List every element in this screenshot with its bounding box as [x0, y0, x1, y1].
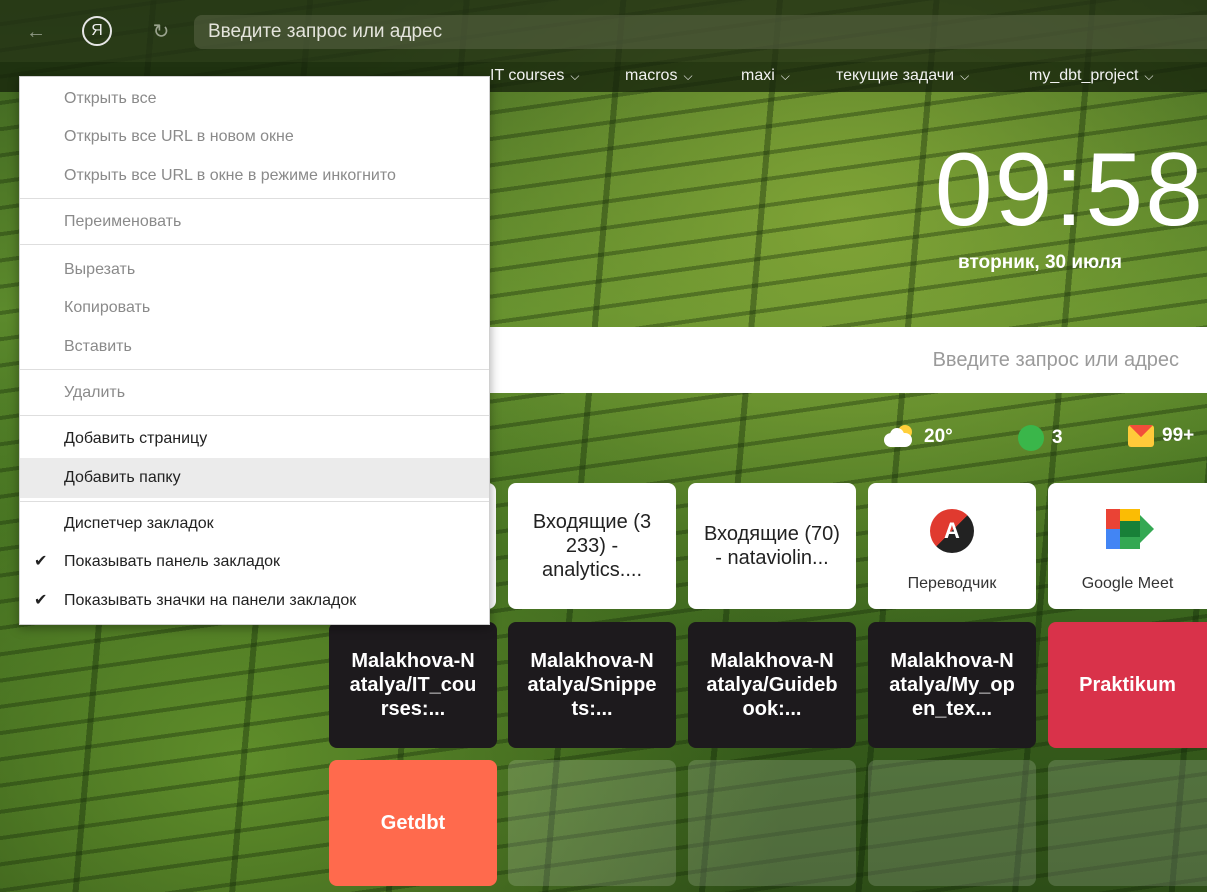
- tile-label: Praktikum: [1079, 674, 1176, 696]
- mail-count: 99+: [1162, 425, 1195, 447]
- checkmark-icon: ✔: [34, 553, 48, 570]
- menu-separator: [20, 369, 489, 370]
- tile-github-snippets[interactable]: Malakhova-Natalya/Snippets:...: [508, 622, 676, 748]
- tile-translator[interactable]: A Переводчик: [868, 483, 1036, 609]
- weather-widget[interactable]: 20°: [884, 425, 953, 449]
- tile-empty-slot[interactable]: [508, 760, 676, 886]
- chevron-down-icon: ⌵: [683, 69, 693, 83]
- menu-item-add-folder[interactable]: Добавить папку: [20, 458, 489, 498]
- mail-icon: [1128, 425, 1154, 447]
- yandex-logo-icon[interactable]: Я: [82, 16, 112, 46]
- tile-github-my-open-tex[interactable]: Malakhova-Natalya/My_open_tex...: [868, 622, 1036, 748]
- menu-item-delete[interactable]: Удалить: [20, 375, 489, 411]
- translator-icon: A: [930, 509, 974, 553]
- menu-separator: [20, 244, 489, 245]
- menu-item-bookmark-manager[interactable]: Диспетчер закладок: [20, 506, 489, 542]
- clock-date: вторник, 30 июля: [958, 252, 1122, 273]
- mail-widget[interactable]: 99+: [1128, 425, 1194, 447]
- google-meet-icon: [1105, 509, 1154, 553]
- reload-icon[interactable]: ↻: [147, 18, 175, 46]
- bookmark-folder-my-dbt-project[interactable]: my_dbt_project ⌵: [1029, 67, 1154, 85]
- tile-praktikum[interactable]: Praktikum: [1048, 622, 1207, 748]
- back-arrow-icon[interactable]: ←: [22, 18, 50, 46]
- chevron-down-icon: ⌵: [780, 69, 790, 83]
- tile-inbox-analytics[interactable]: Входящие (3 233) - analytics....: [508, 483, 676, 609]
- bookmark-label: macros: [625, 67, 678, 84]
- tile-empty-slot[interactable]: [868, 760, 1036, 886]
- tile-empty-slot[interactable]: [1048, 760, 1207, 886]
- messenger-widget[interactable]: 3: [1018, 425, 1063, 451]
- menu-item-copy[interactable]: Копировать: [20, 290, 489, 326]
- menu-item-add-page[interactable]: Добавить страницу: [20, 421, 489, 457]
- messenger-count: 3: [1052, 427, 1063, 449]
- menu-separator: [20, 415, 489, 416]
- bookmark-folder-maxi[interactable]: maxi ⌵: [741, 67, 790, 85]
- tile-label: Malakhova-Natalya/Snippets:...: [527, 650, 657, 720]
- menu-item-show-bookmark-icons[interactable]: ✔ Показывать значки на панели закладок: [20, 583, 489, 619]
- menu-separator: [20, 501, 489, 502]
- menu-item-label: Показывать значки на панели закладок: [64, 592, 357, 609]
- tile-label: Переводчик: [907, 575, 997, 592]
- menu-item-label: Показывать панель закладок: [64, 553, 281, 570]
- tile-label: Входящие (3 233) - analytics....: [532, 511, 652, 581]
- menu-item-paste[interactable]: Вставить: [20, 329, 489, 365]
- bookmark-label: maxi: [741, 67, 775, 84]
- menu-item-open-all[interactable]: Открыть все: [20, 81, 489, 117]
- chevron-down-icon: ⌵: [570, 69, 580, 83]
- bookmark-label: my_dbt_project: [1029, 67, 1139, 84]
- browser-toolbar: ← Я ↻ Введите запрос или адрес: [0, 0, 1207, 62]
- bookmark-folder-it-courses[interactable]: IT courses ⌵: [490, 67, 580, 85]
- clock-time: 09:58: [934, 132, 1205, 248]
- tile-github-guidebook[interactable]: Malakhova-Natalya/Guidebook:...: [688, 622, 856, 748]
- menu-item-show-bookmarks-bar[interactable]: ✔ Показывать панель закладок: [20, 544, 489, 580]
- chevron-down-icon: ⌵: [1144, 69, 1154, 83]
- messenger-icon: [1018, 425, 1044, 451]
- bookmark-folder-macros[interactable]: macros ⌵: [625, 67, 693, 85]
- menu-item-cut[interactable]: Вырезать: [20, 252, 489, 288]
- tile-label: Getdbt: [380, 812, 446, 834]
- tile-inbox-nataviolin[interactable]: Входящие (70) - nataviolin...: [688, 483, 856, 609]
- tile-label: Google Meet: [1081, 575, 1174, 592]
- bookmark-label: IT courses: [490, 67, 565, 84]
- bookmark-context-menu: Открыть все Открыть все URL в новом окне…: [19, 76, 490, 625]
- menu-item-open-all-new-window[interactable]: Открыть все URL в новом окне: [20, 119, 489, 155]
- tile-label: Входящие (70) - nataviolin...: [704, 523, 840, 569]
- tile-label: Malakhova-Natalya/Guidebook:...: [706, 650, 838, 720]
- menu-item-open-all-incognito[interactable]: Открыть все URL в окне в режиме инкогнит…: [20, 158, 489, 194]
- bookmark-folder-current-tasks[interactable]: текущие задачи ⌵: [836, 67, 969, 85]
- menu-item-rename[interactable]: Переименовать: [20, 204, 489, 240]
- tile-empty-slot[interactable]: [688, 760, 856, 886]
- menu-separator: [20, 198, 489, 199]
- chevron-down-icon: ⌵: [960, 69, 970, 83]
- weather-cloud-sun-icon: [884, 425, 918, 449]
- tile-getdbt[interactable]: Getdbt: [329, 760, 497, 886]
- weather-temperature: 20°: [924, 426, 953, 448]
- tile-label: Malakhova-Natalya/IT_courses:...: [349, 650, 477, 720]
- tile-github-it-courses[interactable]: Malakhova-Natalya/IT_courses:...: [329, 622, 497, 748]
- tile-google-meet[interactable]: Google Meet: [1048, 483, 1207, 609]
- checkmark-icon: ✔: [34, 592, 48, 609]
- search-input[interactable]: Введите запрос или адрес: [490, 327, 1207, 393]
- tile-label: Malakhova-Natalya/My_open_tex...: [889, 650, 1015, 720]
- address-bar[interactable]: Введите запрос или адрес: [194, 15, 1207, 49]
- bookmark-label: текущие задачи: [836, 67, 955, 84]
